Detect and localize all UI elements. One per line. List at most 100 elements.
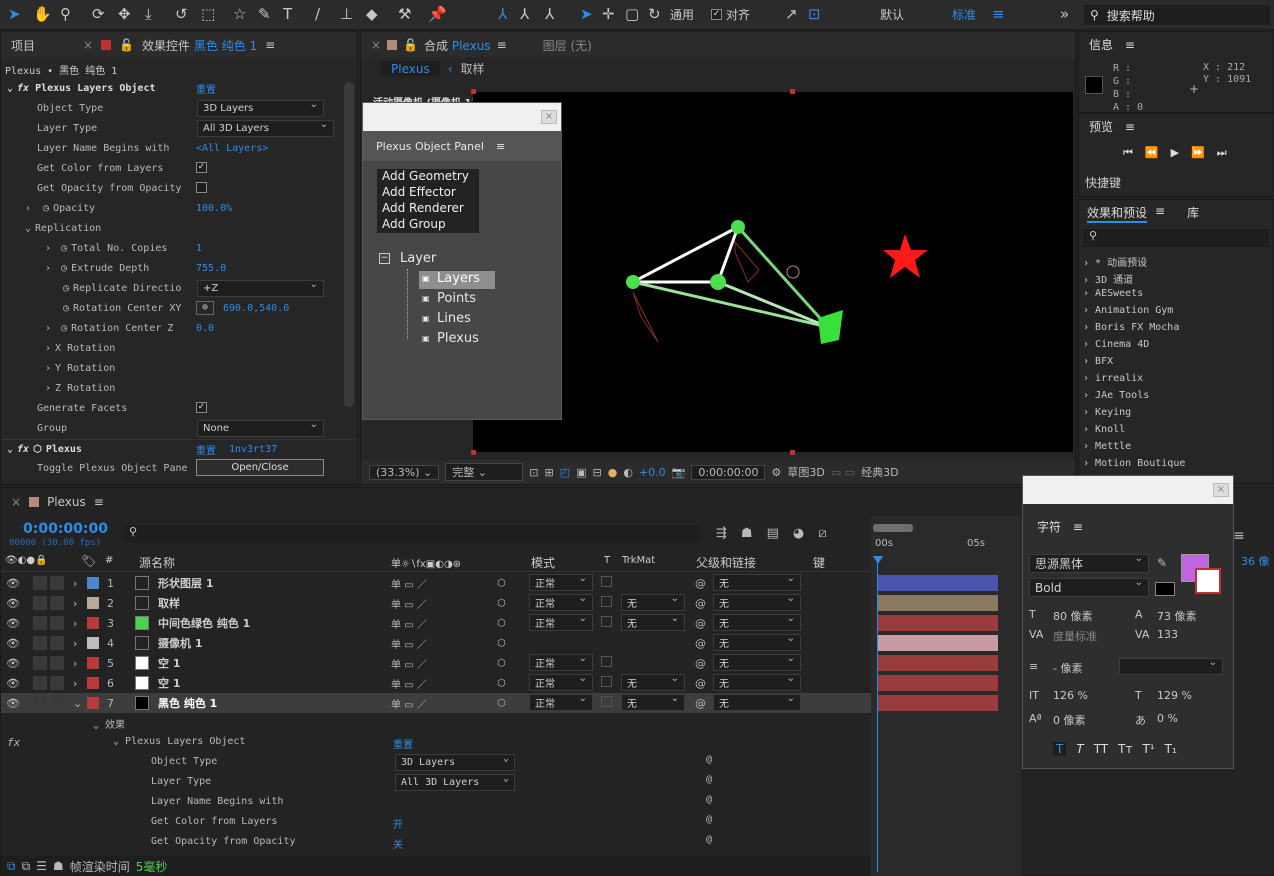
trkmat-dropdown[interactable]: 无 [621,693,685,711]
canvas-handle[interactable] [790,89,795,94]
axis-local-icon[interactable]: ⅄ [498,4,507,24]
region-tool-icon[interactable]: ⬚ [201,4,215,24]
effect-row[interactable]: ⌄ Plexus Layers Object [113,736,245,747]
parent-dropdown[interactable]: 无 [713,673,801,691]
last-frame-icon[interactable]: ⏭ [1217,146,1227,160]
layer-type-dropdown[interactable]: All 3D Layers [197,119,334,137]
generate-facets-checkbox[interactable]: ✓ [196,402,207,413]
solo-toggle[interactable] [33,676,47,690]
lock-toggle[interactable] [50,616,64,630]
pickwhip-icon[interactable]: @ [706,794,712,805]
object-type-dropdown[interactable]: 3D Layers [395,753,515,771]
layer-name[interactable]: 摄像机 1 [158,635,202,651]
label-color[interactable] [87,597,99,609]
eye-icon[interactable]: 👁 [6,697,20,710]
collapse-icon[interactable]: − [379,253,390,264]
preset-item[interactable]: › Animation Gym [1083,305,1185,322]
pickwhip-icon[interactable]: @ [695,657,706,670]
preserve-transparency[interactable] [601,656,612,667]
motion-blur-icon[interactable]: ◕ [793,526,804,541]
layer-row[interactable]: 👁 ⌄ 7 黑色 纯色 1 单 ▭ ／ ⬡ 正常 无 @ 无 [1,693,871,713]
canvas-handle[interactable] [471,89,476,94]
stroke-type-dropdown[interactable] [1119,657,1223,675]
layer-switches[interactable]: 单 ▭ ／ [391,616,427,631]
shy-icon[interactable]: ☗ [741,526,753,541]
eye-icon[interactable]: 👁 [6,677,20,690]
close-icon[interactable]: × [541,110,557,124]
tab-layer[interactable]: 图层 (无) [543,37,592,54]
pickwhip-icon[interactable]: @ [695,637,706,650]
parent-dropdown[interactable]: 无 [713,693,801,711]
exposure-value[interactable]: +0.0 [639,466,666,479]
pen-tool-icon[interactable]: ✎ [258,4,271,24]
tab-project[interactable]: 项目 [11,37,35,54]
eye-icon[interactable]: 👁 [6,577,20,590]
stroke-color-swatch[interactable] [1195,568,1221,594]
tab-effect-controls[interactable]: 效果控件 黑色 纯色 1 [142,37,257,54]
horizontal-scale-value[interactable]: 129 % [1157,689,1192,702]
eraser-tool-icon[interactable]: ◆ [366,4,378,24]
reset-button[interactable]: 重置 [196,442,216,457]
layer-row[interactable]: 👁 › 6 空 1 单 ▭ ／ ⬡ 正常 无 @ 无 [1,673,871,693]
tab-composition[interactable]: 合成 Plexus [424,37,491,54]
layer-name[interactable]: 黑色 纯色 1 [158,695,217,711]
expand-icon[interactable]: › [73,677,77,690]
eye-icon[interactable]: 👁 [6,597,20,610]
parent-dropdown[interactable]: 无 [713,613,801,631]
layer-row[interactable]: 👁 › 3 中间色绿色 纯色 1 单 ▭ ／ ⬡ 正常 无 @ 无 [1,613,871,633]
timeline-search-input[interactable]: ⚲ [123,525,701,543]
preset-item[interactable]: › Keying [1083,407,1185,424]
tree-item-layers[interactable]: ▣ Layers [419,271,495,289]
timeline-menu-icon[interactable]: ≡ [1233,528,1245,544]
layer-switches[interactable]: 单 ▭ ／ [391,596,427,611]
small-caps-button[interactable]: Tт [1118,742,1132,756]
lock-toggle[interactable] [50,576,64,590]
comp-icon[interactable]: ⧉ [7,859,16,874]
tsume-value[interactable]: 0 % [1157,712,1178,725]
3d-layer-icon[interactable]: ⬡ [497,658,506,669]
lock-toggle[interactable] [50,676,64,690]
lock-toggle[interactable] [50,656,64,670]
preset-item[interactable]: › Mettle [1083,441,1185,458]
viewer-canvas[interactable] [473,92,1073,452]
3d-layer-icon[interactable]: ⬡ [497,638,506,649]
close-icon[interactable]: × [83,38,93,52]
3d-layer-icon[interactable]: ⬡ [497,698,506,709]
pickwhip-icon[interactable]: @ [706,754,712,765]
faux-bold-button[interactable]: T [1053,742,1067,756]
layer-icon[interactable]: ⧉ [22,859,31,874]
eye-icon[interactable]: 👁 [6,657,20,670]
prev-frame-icon[interactable]: ⏪ [1145,146,1159,160]
lock-toggle[interactable] [50,596,64,610]
layer-duration-bar[interactable] [878,695,998,711]
preset-item[interactable]: › Knoll [1083,424,1185,441]
close-icon[interactable]: × [371,38,381,52]
replicate-direction-dropdown[interactable]: +Z [197,279,324,297]
brush-tool-icon[interactable]: ∕ [315,4,320,24]
preset-item[interactable]: › JAe Tools [1083,390,1185,407]
layer-duration-bar[interactable] [878,635,998,651]
col-parent[interactable]: 父级和链接 [696,554,756,571]
preset-item[interactable]: › Boris FX Mocha [1083,322,1185,339]
orbit-tool-icon[interactable]: ⟳ [92,4,105,24]
add-renderer-button[interactable]: Add Renderer [377,201,479,217]
pickwhip-icon[interactable]: @ [695,577,706,590]
color-icon[interactable]: ● [608,466,618,479]
label-color[interactable] [87,637,99,649]
more-workspaces-icon[interactable]: » [1060,4,1069,24]
layer-name[interactable]: 空 1 [158,655,180,671]
pickwhip-icon[interactable]: @ [695,597,706,610]
rotation-center-z-value[interactable]: 0.0 [196,323,214,334]
trkmat-dropdown[interactable]: 无 [621,613,685,631]
workspace-default[interactable]: 默认 [880,4,904,24]
pickwhip-icon[interactable]: @ [706,814,712,825]
pan-tool-icon[interactable]: ✥ [118,4,131,24]
layer-duration-bar[interactable] [878,655,998,671]
add-geometry-button[interactable]: Add Geometry [377,169,479,185]
eyedropper-icon[interactable]: ✎ [1157,556,1167,570]
zoom-tool-icon[interactable]: ⚲ [60,4,71,24]
frame-blend-icon[interactable]: ▤ [767,526,779,541]
clone-tool-icon[interactable]: ⊥ [340,4,353,24]
pickwhip-icon[interactable]: @ [695,697,706,710]
stopwatch-icon[interactable]: ◷ [63,283,69,294]
